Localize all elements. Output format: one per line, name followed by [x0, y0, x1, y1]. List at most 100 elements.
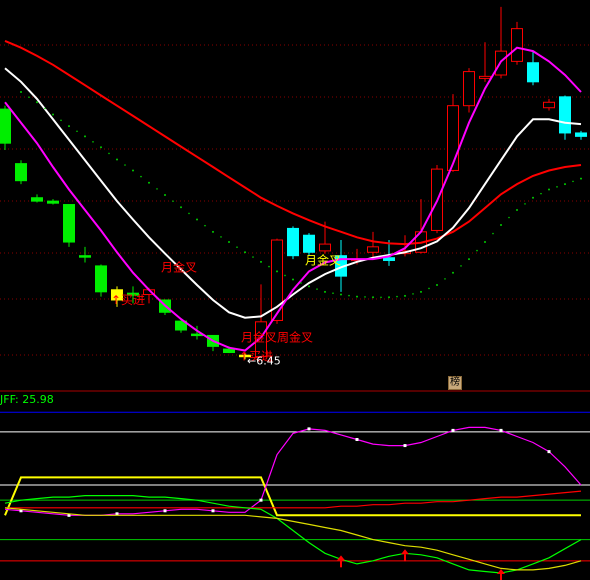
buy-arrow-icon: ↑: [111, 293, 121, 307]
candle-body: [543, 101, 555, 109]
ma-dot: [436, 284, 438, 286]
ma-dot: [100, 146, 102, 149]
ma-dot: [420, 290, 422, 293]
candle-body: [463, 71, 475, 107]
candle-body: [63, 204, 75, 243]
osc-marker: [451, 428, 455, 432]
signal-annotation: 买进: [121, 293, 145, 307]
oscillator-line: [4, 476, 581, 517]
ma-dot: [28, 96, 30, 98]
ma-dot: [148, 181, 150, 184]
ma-dot: [124, 164, 126, 166]
ma-dot: [260, 260, 262, 263]
ma-dot: [292, 278, 294, 281]
candle-body: [47, 200, 59, 204]
ma-dot: [300, 282, 302, 284]
ma-dot: [572, 180, 574, 183]
ma-dot: [172, 200, 174, 202]
candle-body: [303, 234, 315, 253]
osc-marker: [307, 427, 311, 431]
stock-chart: 月金叉↑ 买进月金叉周金叉↑ 买进月金叉←6.45 JFF: 25.98: [0, 6, 590, 580]
candle-body: [447, 105, 459, 171]
ma-dot: [580, 177, 582, 180]
ma-dot: [132, 169, 134, 172]
ma-dot: [356, 295, 358, 298]
ma-dot: [252, 256, 254, 258]
ma-dot: [452, 271, 454, 274]
up-arrow-icon: [401, 549, 409, 555]
ma-dot: [500, 224, 502, 226]
ma-dot: [196, 218, 198, 221]
ma-dot: [92, 141, 94, 143]
candle-body: [31, 197, 43, 202]
ma-dot: [60, 119, 62, 122]
ma-dot: [524, 203, 526, 205]
candle-body: [0, 108, 11, 144]
ma-dot: [468, 258, 470, 261]
ma-dot: [476, 249, 478, 252]
low-price-label: ←6.45: [247, 354, 281, 367]
ma-dot: [36, 101, 38, 104]
ma-dot: [220, 236, 222, 238]
ma-dot: [164, 194, 166, 196]
ma-dot: [188, 212, 190, 215]
candle-body: [527, 62, 539, 83]
candle-body: [383, 257, 395, 261]
candle-body: [223, 348, 235, 354]
ma-dot: [428, 287, 430, 290]
candle-body: [79, 255, 91, 258]
ma-dot: [324, 290, 326, 293]
oscillator-panel: JFF: 25.98: [0, 393, 590, 580]
ma-dot: [204, 224, 206, 227]
ma-dot: [276, 270, 278, 273]
signal-annotation: 月金叉周金叉: [241, 330, 313, 345]
ma-dot: [380, 296, 382, 299]
osc-marker: [547, 450, 551, 454]
osc-marker: [403, 444, 407, 448]
ma-dot: [540, 192, 542, 195]
ma-dot: [492, 232, 494, 235]
ma-dot: [212, 230, 214, 233]
ma-dot: [284, 274, 286, 277]
ma-dot: [20, 91, 22, 94]
ma-dot: [228, 241, 230, 244]
osc-marker: [211, 509, 215, 513]
ma-dot: [156, 188, 158, 190]
ma-dot: [348, 294, 350, 297]
ma-dot: [444, 278, 446, 280]
price-panel: 月金叉↑ 买进月金叉周金叉↑ 买进月金叉←6.45: [0, 6, 590, 392]
ma-dot: [484, 241, 486, 244]
candle-body: [287, 227, 299, 257]
candle-body: [15, 163, 27, 182]
ranking-badge[interactable]: 榜: [448, 376, 462, 390]
candle-body: [367, 246, 379, 253]
ma-dot: [556, 186, 558, 188]
ma-dot: [44, 107, 46, 110]
ma-dot: [52, 113, 54, 116]
ma-dot: [180, 206, 182, 209]
ma-dot: [108, 152, 110, 155]
ma-dot: [140, 175, 142, 178]
signal-annotation: 月金叉: [305, 252, 341, 267]
candle-body: [95, 265, 107, 293]
signal-annotation: 月金叉: [161, 259, 197, 274]
ma-dot: [76, 130, 78, 133]
oscillator-line: [4, 426, 582, 516]
ma-dot: [84, 135, 86, 138]
ma-dot: [532, 196, 534, 199]
ma-dot: [516, 209, 518, 211]
candle-body: [511, 28, 523, 62]
ma-dot: [548, 188, 550, 191]
osc-marker: [355, 438, 359, 441]
ma-dot: [564, 183, 566, 186]
ma-dot: [364, 296, 366, 298]
ma-dot: [340, 293, 342, 296]
ma-dot: [308, 285, 310, 288]
ma-dot: [332, 292, 334, 294]
osc-marker: [163, 509, 167, 513]
ma-dot: [236, 246, 238, 248]
ma-dot: [68, 125, 70, 128]
ma-dot: [388, 296, 390, 299]
up-arrow-icon: [497, 568, 505, 574]
osc-marker: [499, 428, 503, 432]
